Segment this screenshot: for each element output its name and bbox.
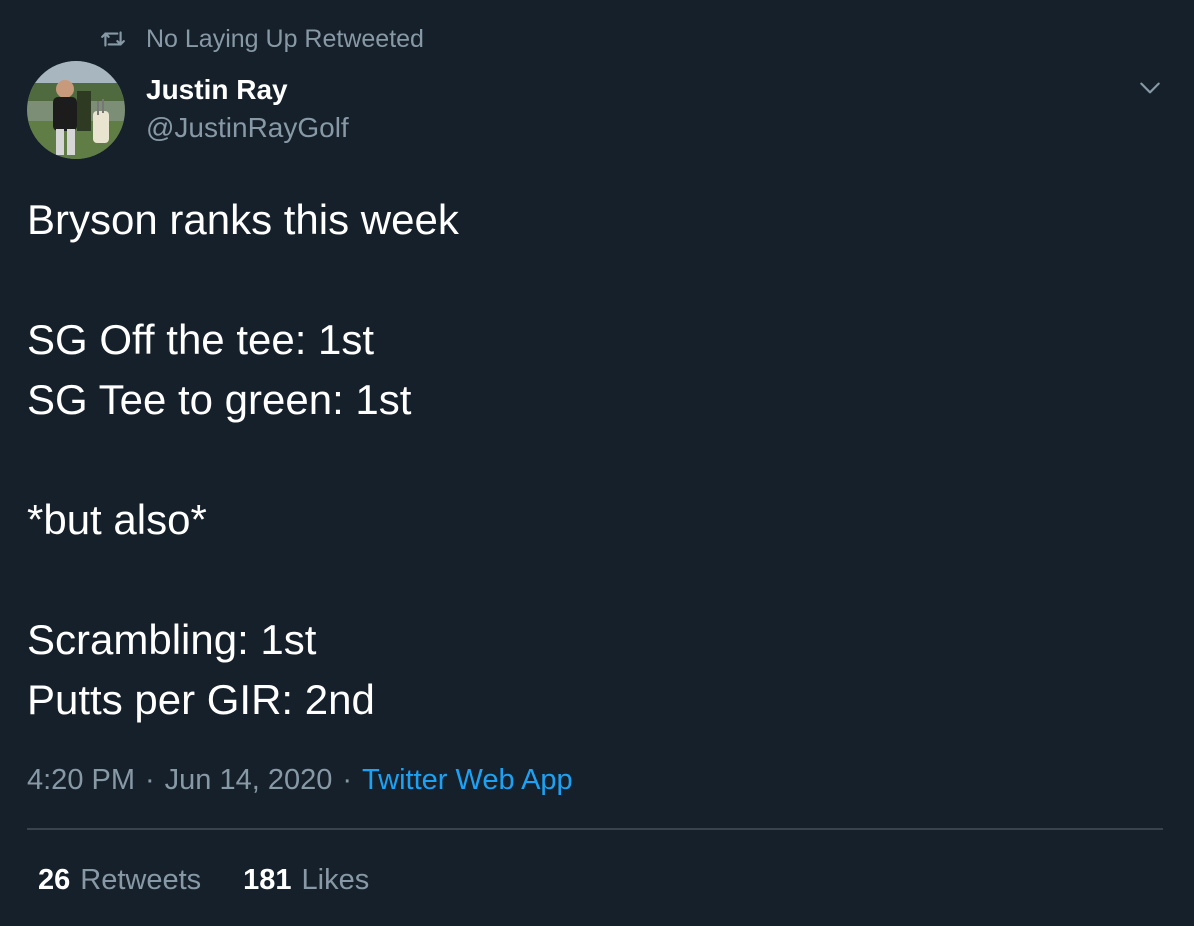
tweet-line [27, 250, 1157, 310]
tweet-date[interactable]: Jun 14, 2020 [165, 764, 333, 797]
tweet-detail: No Laying Up Retweeted Justin Ray @Justi… [0, 0, 1194, 926]
likes-label: Likes [301, 863, 370, 896]
divider [27, 828, 1163, 830]
tweet-line: Scrambling: 1st [27, 616, 317, 663]
retweets-label: Retweets [80, 863, 202, 896]
author-name[interactable]: Justin Ray [146, 72, 288, 108]
social-context-text: No Laying Up Retweeted [146, 24, 424, 53]
meta-separator: · [342, 763, 353, 796]
tweet-meta: 4:20 PM · Jun 14, 2020 · Twitter Web App [27, 760, 573, 800]
tweet-line: *but also* [27, 496, 207, 543]
likes-count: 181 [243, 863, 292, 896]
engagement-stats: 26 Retweets 181 Likes [38, 860, 411, 900]
retweet-icon [100, 26, 126, 52]
retweets-stat[interactable]: 26 Retweets [38, 864, 201, 897]
retweets-count: 26 [38, 863, 71, 896]
tweet-line [27, 430, 1157, 490]
social-context[interactable]: No Laying Up Retweeted [100, 24, 424, 54]
tweet-line: Bryson ranks this week [27, 196, 459, 243]
source-link[interactable]: Twitter Web App [362, 764, 573, 797]
tweet-line [27, 550, 1157, 610]
meta-separator: · [145, 763, 155, 796]
tweet-line: Putts per GIR: 2nd [27, 676, 375, 723]
author-handle[interactable]: @JustinRayGolf [146, 110, 349, 146]
tweet-line: SG Off the tee: 1st [27, 316, 375, 363]
more-options-button[interactable] [1134, 74, 1166, 106]
tweet-time[interactable]: 4:20 PM [27, 764, 135, 797]
tweet-line: SG Tee to green: 1st [27, 376, 412, 423]
likes-stat[interactable]: 181 Likes [243, 864, 369, 897]
avatar[interactable] [27, 61, 125, 159]
chevron-down-icon [1137, 75, 1163, 106]
tweet-text: Bryson ranks this week SG Off the tee: 1… [27, 190, 1157, 730]
